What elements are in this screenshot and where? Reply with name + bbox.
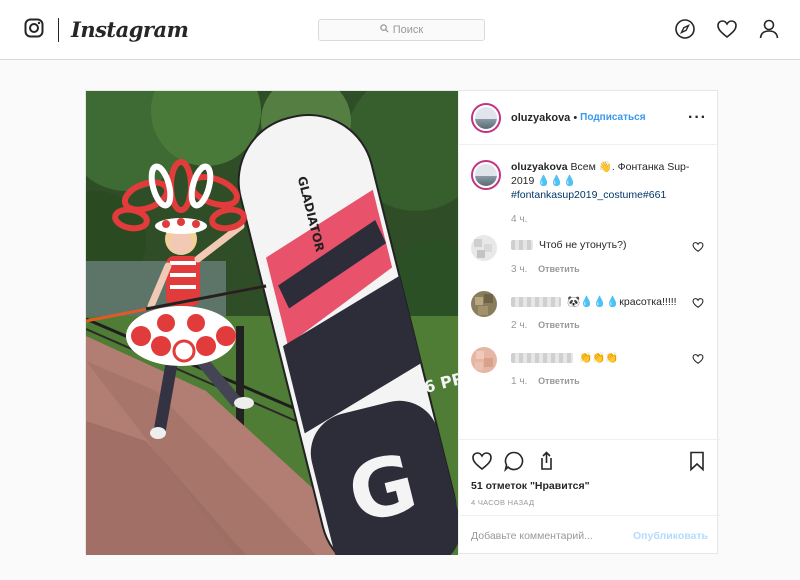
post-caption: oluzyakova Всем 👋. Фонтанка Sup-2019 💧💧💧… xyxy=(471,160,708,202)
instagram-wordmark: Instagram xyxy=(71,17,189,42)
comment-text: 🐼💧💧💧красотка!!!!! xyxy=(567,296,677,308)
caption-hashtags[interactable]: #fontankasup2019_costume#661 xyxy=(511,189,666,201)
comment-text: 👏👏👏 xyxy=(579,352,619,364)
share-icon[interactable] xyxy=(535,450,557,472)
comment-meta: 2 ч. Ответить xyxy=(511,320,580,331)
explore-icon[interactable] xyxy=(674,18,696,40)
reply-button[interactable]: Ответить xyxy=(538,320,580,330)
search-icon xyxy=(380,24,389,36)
author-username[interactable]: oluzyakova xyxy=(511,112,570,124)
publish-button[interactable]: Опубликовать xyxy=(633,530,708,542)
profile-icon[interactable] xyxy=(758,18,780,40)
more-options-icon[interactable]: ··· xyxy=(688,109,707,125)
comment-text: Чтоб не утонуть?) xyxy=(539,239,627,251)
camera-icon xyxy=(24,18,44,41)
caption-username[interactable]: oluzyakova xyxy=(511,161,568,173)
comment-like-icon[interactable] xyxy=(692,297,704,309)
commenter-name-blurred xyxy=(511,352,573,363)
reply-button[interactable]: Ответить xyxy=(538,264,580,274)
author-avatar[interactable] xyxy=(471,102,501,133)
post-photo[interactable]: G 10'6 PRO GLADIATOR xyxy=(86,91,458,555)
commenter-avatar[interactable] xyxy=(471,235,497,261)
comment-body: Чтоб не утонуть?) xyxy=(511,239,626,251)
comment-body: 🐼💧💧💧красотка!!!!! xyxy=(511,295,677,308)
action-buttons xyxy=(471,450,708,473)
comment-row: 🐼💧💧💧красотка!!!!! 2 ч. Ответить xyxy=(471,291,708,347)
post-actions: 51 отметок "Нравится" 4 ЧАСОВ НАЗАД xyxy=(459,439,720,515)
bookmark-icon[interactable] xyxy=(686,450,708,472)
commenter-avatar[interactable] xyxy=(471,291,497,317)
comment-row: 👏👏👏 1 ч. Ответить xyxy=(471,347,708,403)
comment-like-icon[interactable] xyxy=(692,241,704,253)
comment-bubble-icon[interactable] xyxy=(503,450,525,473)
comment-like-icon[interactable] xyxy=(692,353,704,365)
commenter-name-blurred xyxy=(511,240,533,250)
post-sidebar: oluzyakova • Подписаться ··· oluzyakova … xyxy=(458,91,720,555)
caption-avatar[interactable] xyxy=(471,160,501,190)
commenter-name-blurred xyxy=(511,296,561,307)
commenter-avatar[interactable] xyxy=(471,347,497,373)
logo[interactable]: Instagram xyxy=(24,17,189,42)
comment-body: 👏👏👏 xyxy=(511,351,618,364)
comment-time: 3 ч. xyxy=(511,264,528,275)
photo-illustration: G 10'6 PRO GLADIATOR xyxy=(86,91,458,555)
comments-section: oluzyakova Всем 👋. Фонтанка Sup-2019 💧💧💧… xyxy=(459,146,720,439)
comment-meta: 1 ч. Ответить xyxy=(511,376,580,387)
search-placeholder: Поиск xyxy=(392,24,424,36)
comment-time: 2 ч. xyxy=(511,320,528,331)
post-timestamp: 4 ЧАСОВ НАЗАД xyxy=(471,498,535,507)
comment-meta: 3 ч. Ответить xyxy=(511,264,580,275)
caption-time: 4 ч. xyxy=(511,214,528,225)
logo-divider xyxy=(58,17,59,42)
caption-text: oluzyakova Всем 👋. Фонтанка Sup-2019 💧💧💧… xyxy=(511,160,708,202)
comment-time: 1 ч. xyxy=(511,376,528,387)
reply-button[interactable]: Ответить xyxy=(538,376,580,386)
comment-input[interactable] xyxy=(471,529,634,542)
add-comment-bar: Опубликовать xyxy=(459,515,720,555)
likes-count[interactable]: 51 отметок "Нравится" xyxy=(471,480,708,492)
like-heart-icon[interactable] xyxy=(471,450,493,472)
top-bar: Instagram Поиск xyxy=(0,0,800,60)
separator-dot: • xyxy=(573,111,578,124)
post-header: oluzyakova • Подписаться ··· xyxy=(459,91,719,145)
comment-row: Чтоб не утонуть?) 3 ч. Ответить xyxy=(471,235,708,291)
nav-icons xyxy=(674,18,780,40)
search-box[interactable]: Поиск xyxy=(318,19,485,41)
post-card: G 10'6 PRO GLADIATOR oluzyakova • Подпис… xyxy=(85,90,720,555)
follow-button[interactable]: Подписаться xyxy=(580,112,645,123)
heart-icon[interactable] xyxy=(716,18,738,40)
